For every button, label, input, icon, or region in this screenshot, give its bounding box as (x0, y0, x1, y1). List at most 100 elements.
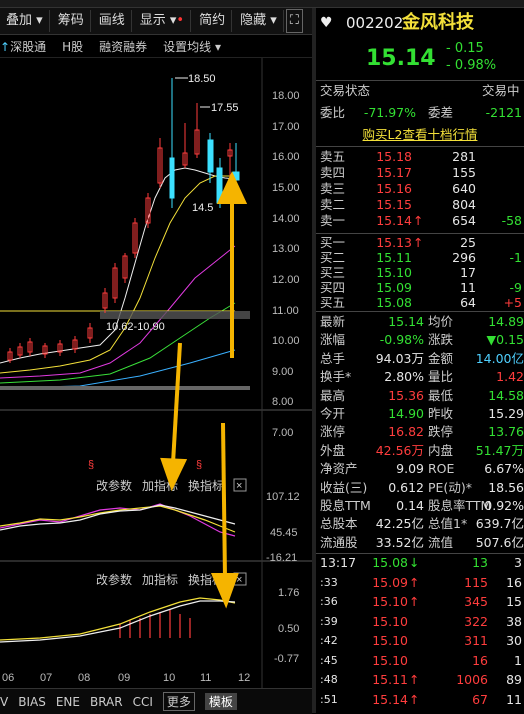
stat-row: 涨停 16.82 跌停 13.76 (316, 423, 524, 441)
tick-time: :51 (320, 692, 338, 706)
tick-row[interactable]: :45 15.10 16 1 (316, 652, 524, 670)
stat-label: 总手 (320, 350, 346, 366)
tab-bias[interactable]: BIAS (18, 695, 46, 709)
tick-price: 15.10 (372, 594, 408, 609)
stat-label: 均价 (428, 314, 454, 329)
stat-value: 14.90 (388, 406, 424, 421)
stat-row: 换手* 2.80% 量比 1.42 (316, 368, 524, 386)
tab-template[interactable]: 模板 (204, 693, 237, 710)
price-tick: 10.00 (272, 335, 300, 347)
sgt-link[interactable]: ↑深股通 (0, 38, 46, 55)
price-tick: 15.00 (272, 182, 300, 194)
bid-row[interactable]: 买五 15.08 64 +5 (316, 294, 524, 312)
draw-line-button[interactable]: 画线 (93, 10, 132, 32)
h-share-link[interactable]: H股 (62, 38, 83, 55)
stat-label: 涨跌 (428, 332, 454, 348)
favorite-icon[interactable]: ♥ (320, 14, 333, 32)
low-label: 10.62-10.90 (106, 321, 165, 333)
tab-more[interactable]: 更多 (162, 692, 195, 711)
chips-button[interactable]: 筹码 (52, 10, 91, 32)
indicator-1: § § § 改参数 加指标 换指标 × 107.12 45.45 -16.21 (0, 459, 300, 564)
ind2-add-indicator: 加指标 (142, 572, 178, 587)
tick-row[interactable]: :33 15.09 ↑ 115 16 (316, 574, 524, 592)
stat-value: 15.14 (388, 314, 424, 329)
stat-row: 股息TTM 0.14 股息率TTM 0.92% (316, 497, 524, 515)
status-label: 交易状态 (320, 83, 371, 98)
stat-value: ▼0.15 (486, 332, 524, 348)
tick-time: :42 (320, 634, 338, 647)
tick-count: 3 (514, 555, 522, 570)
tick-row[interactable]: :42 15.10 311 30 (316, 632, 524, 650)
stat-value: 42.25亿 (375, 516, 424, 532)
high2-label: 17.55 (211, 102, 239, 114)
ind1-close-glyph: × (236, 480, 242, 492)
stat-value: 16.82 (388, 424, 424, 440)
tick-count: 89 (506, 672, 522, 687)
tick-time: :36 (320, 595, 338, 608)
tick-row[interactable]: :36 15.10 ↑ 345 15 (316, 593, 524, 611)
tab-brar[interactable]: BRAR (90, 695, 123, 709)
stat-label: 昨收 (428, 406, 454, 421)
quote-header: ♥ 002202 金风科技 (316, 14, 524, 38)
stat-label: 净资产 (320, 461, 358, 477)
margin-link[interactable]: 融资融券 (99, 38, 147, 55)
time-tick: 07 (40, 672, 52, 684)
chart-subbar: ↑深股通 H股 融资融券 设置均线 ▾ (0, 35, 312, 58)
time-tick: 12 (238, 672, 250, 684)
tick-volume: 322 (464, 613, 488, 629)
stat-value: 13.76 (488, 424, 524, 440)
price-tick: 18.00 (272, 90, 300, 102)
stat-label: 涨停 (320, 424, 346, 440)
stat-row: 总手 94.03万 金额 14.00亿 (316, 350, 524, 368)
time-tick: 10 (163, 672, 175, 684)
stat-label: 内盘 (428, 442, 454, 458)
stat-row: 收益(三) 0.612 PE(动)* 18.56 (316, 479, 524, 497)
ask-row[interactable]: 卖一 15.14 ↑ 654 -58 (316, 212, 524, 230)
tab-cci[interactable]: CCI (133, 695, 153, 709)
stat-row: 今开 14.90 昨收 15.29 (316, 405, 524, 423)
overlay-button[interactable]: 叠加 ▾ (0, 10, 50, 32)
ind1-axis-tick: 45.45 (270, 527, 298, 539)
wb-row: 委比 -71.97% 委差 -2121 (316, 104, 524, 122)
tick-count: 30 (506, 633, 522, 648)
price-tick: 17.00 (272, 121, 300, 133)
price-tick: 8.00 (272, 396, 293, 408)
tick-volume: 345 (464, 594, 488, 609)
indicator-2: 改参数 加指标 换指标 × 1.76 0.50 -0.77 (0, 572, 299, 665)
fullscreen-icon[interactable]: ⛶ (285, 9, 303, 33)
tick-price: 15.10 (372, 633, 408, 648)
stat-value: 14.89 (488, 314, 524, 329)
tick-count: 11 (506, 691, 522, 707)
l2-link[interactable]: 购买L2查看十档行情 (363, 127, 478, 142)
stat-row: 总股本 42.25亿 总值1* 639.7亿 (316, 515, 524, 533)
ma-settings-link[interactable]: 设置均线 ▾ (163, 38, 221, 55)
kline-chart[interactable]: 18.00 17.00 16.00 15.00 14.00 13.00 12.0… (0, 58, 312, 688)
stat-value: 33.52亿 (375, 534, 424, 550)
tick-row[interactable]: :51 15.14 ↑ 67 11 (316, 691, 524, 709)
hide-button[interactable]: 隐藏 ▾ (234, 10, 284, 32)
tick-arrow-icon: ↑ (409, 574, 420, 590)
stat-row: 最高 15.36 最低 14.58 (316, 387, 524, 405)
stat-label: 外盘 (320, 442, 346, 458)
tab-v[interactable]: V (0, 695, 8, 709)
price-tick: 14.00 (272, 213, 300, 225)
simple-button[interactable]: 简约 (193, 10, 233, 32)
tick-row[interactable]: 13:17 15.08 ↓ 13 3 (316, 554, 524, 572)
stock-code: 002202 (346, 14, 404, 32)
tick-row[interactable]: :39 15.10 322 38 (316, 613, 524, 631)
tick-arrow-icon: ↑ (409, 672, 420, 687)
stat-label: 总值1* (428, 516, 468, 532)
stat-label: 流值 (428, 534, 454, 550)
ind2-edit-params: 改参数 (96, 572, 132, 587)
tick-time: :33 (320, 575, 338, 589)
tick-volume: 16 (472, 652, 488, 668)
stat-value: 14.58 (488, 387, 524, 403)
price-change-pct: - 0.98% (446, 58, 497, 73)
tick-volume: 67 (472, 691, 488, 707)
tick-row[interactable]: :48 15.11 ↑ 1006 89 (316, 671, 524, 689)
tab-ene[interactable]: ENE (56, 695, 80, 709)
time-tick: 11 (200, 672, 211, 684)
display-button[interactable]: 显示 ▾• (134, 10, 192, 32)
top-menu-strip (0, 0, 524, 8)
wb-value: -71.97% (363, 105, 416, 120)
